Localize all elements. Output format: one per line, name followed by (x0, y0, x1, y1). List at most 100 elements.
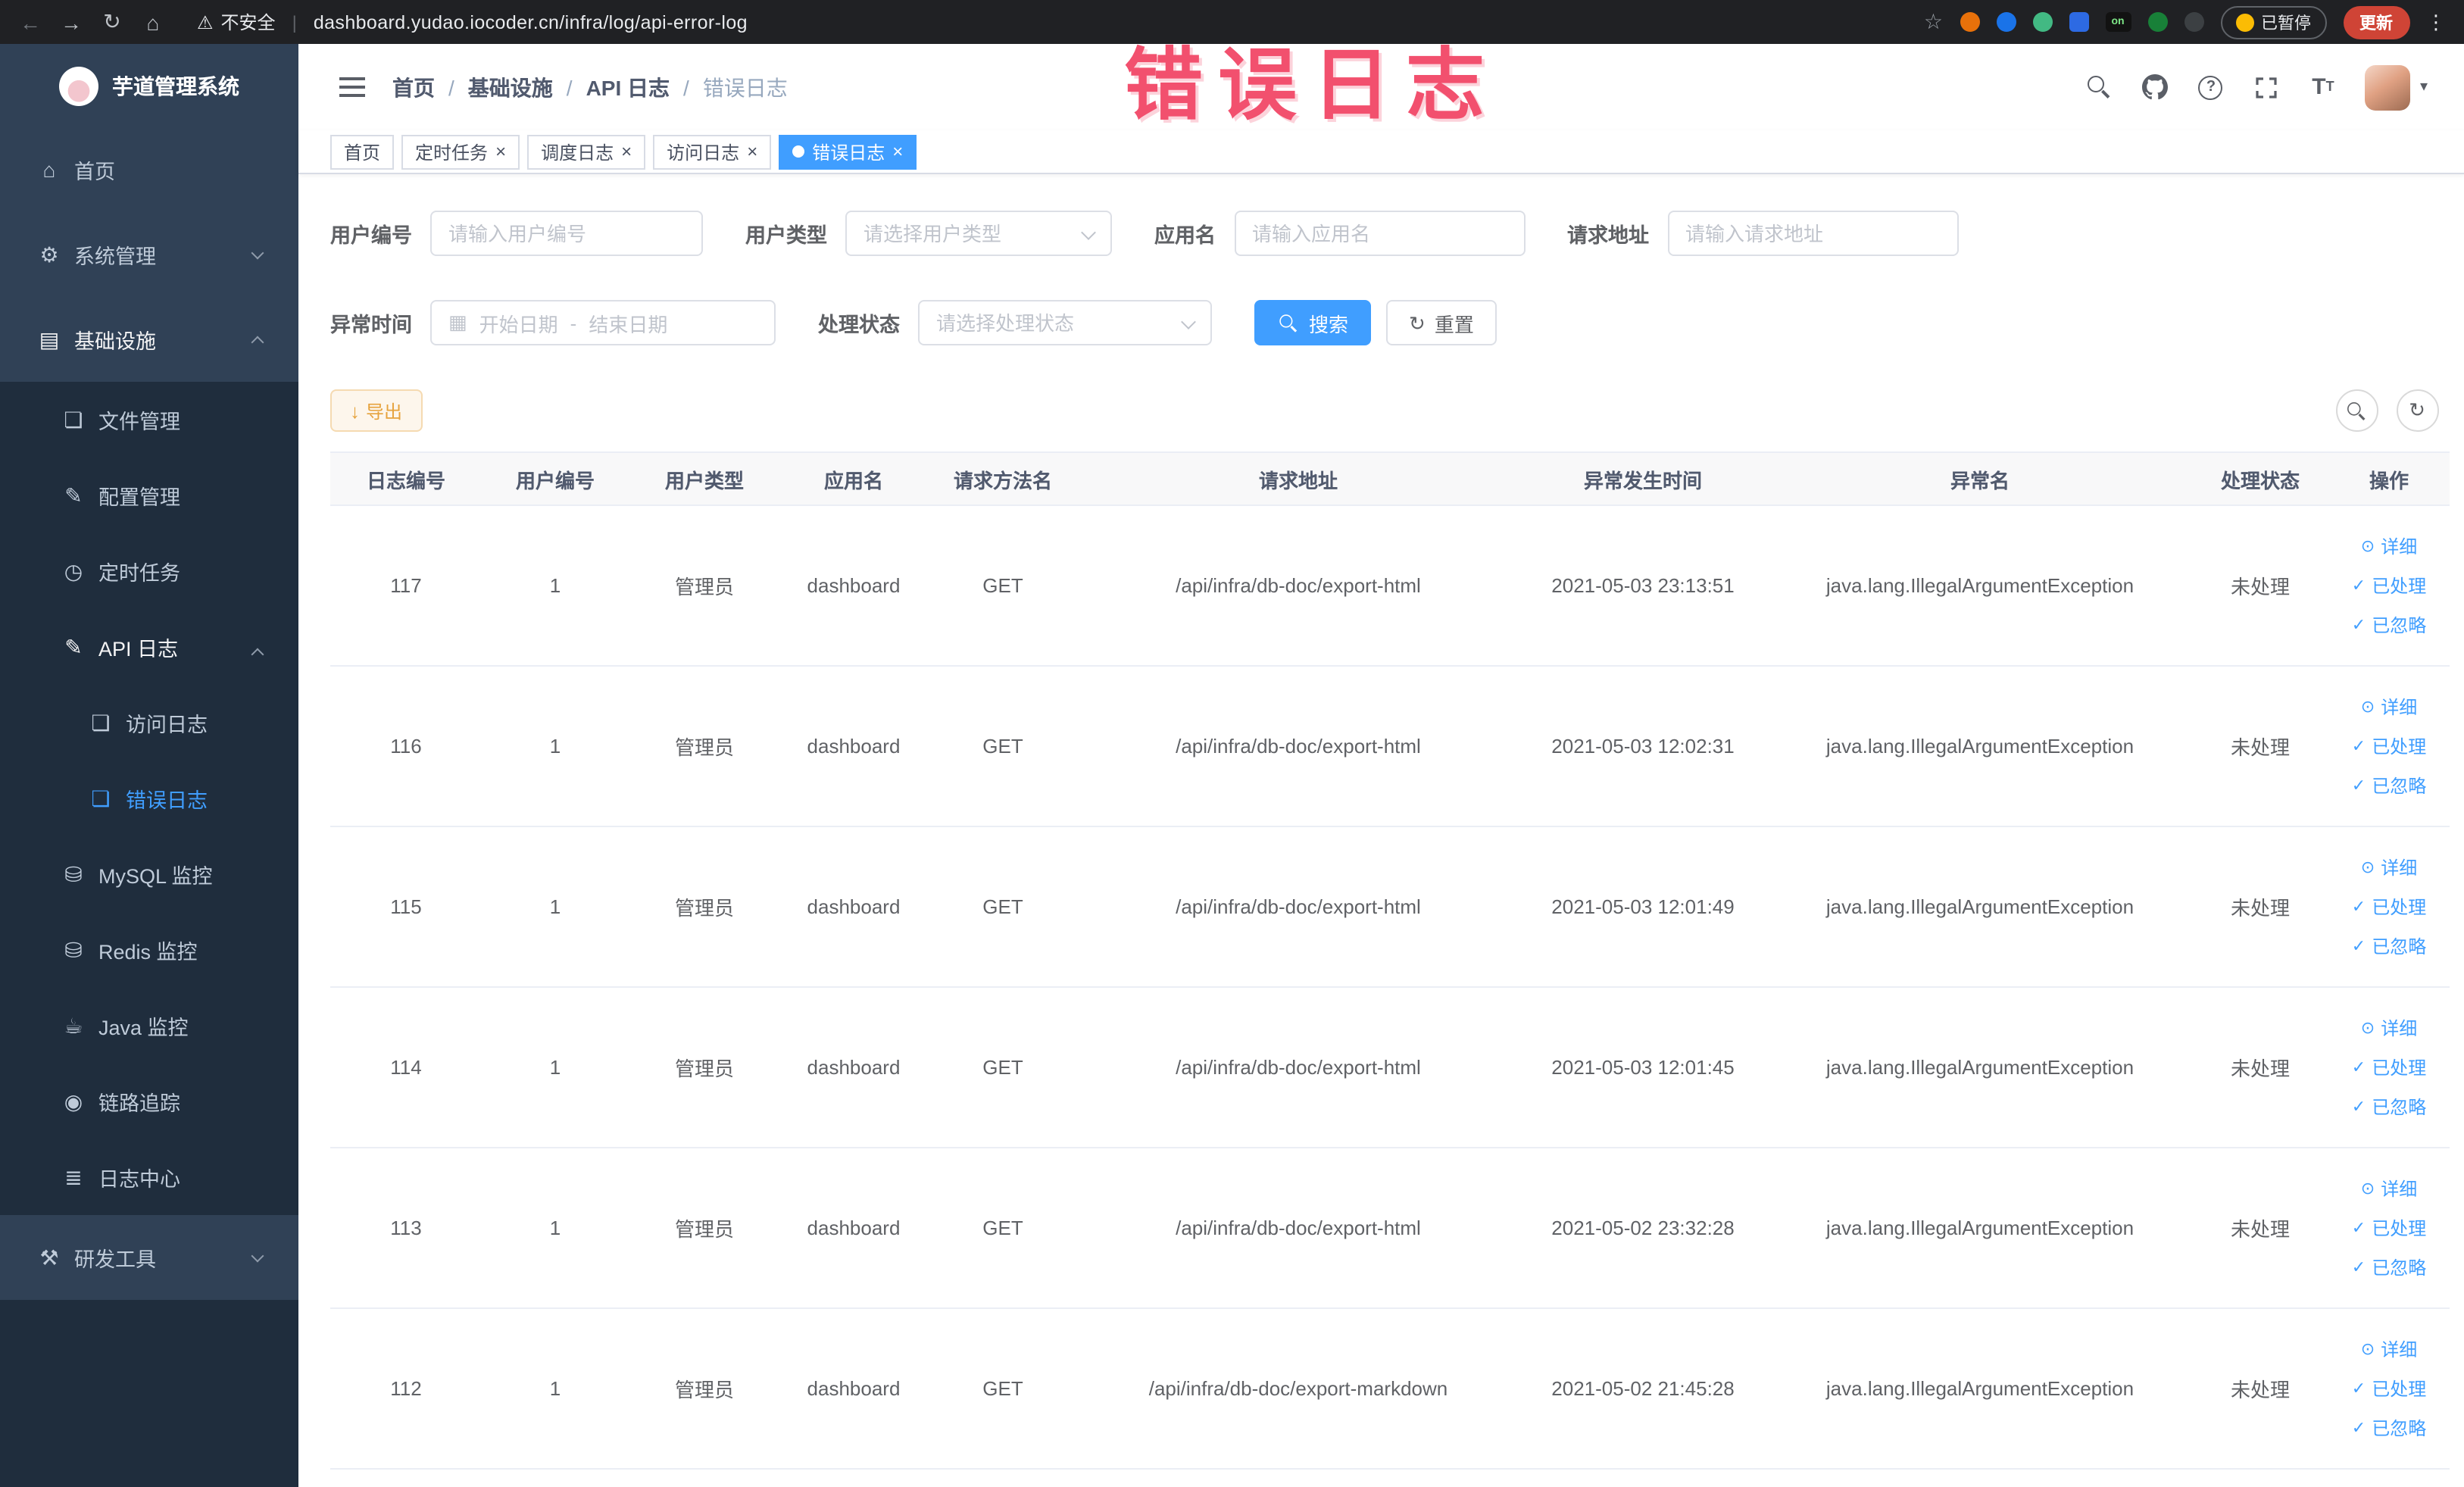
ignore-link[interactable]: ✓ 已忽略 (2338, 605, 2441, 645)
end-date-placeholder: 结束日期 (589, 313, 668, 336)
sidebar-item-api-log[interactable]: ✎ API 日志 (0, 609, 298, 685)
eye-icon: ⊙ (2360, 1340, 2375, 1358)
sidebar-item-system-management[interactable]: ⚙ 系统管理 (0, 212, 298, 297)
back-icon[interactable]: ← (18, 10, 42, 34)
request-url-cell: /api/infra/db-doc/export-html (1079, 666, 1518, 827)
sidebar-item-trace[interactable]: ◉ 链路追踪 (0, 1064, 298, 1139)
help-icon[interactable]: ? (2197, 73, 2225, 101)
process-link[interactable]: ✓ 已处理 (2338, 726, 2441, 766)
reset-button[interactable]: ↻ 重置 (1386, 300, 1497, 345)
process-link[interactable]: ✓ 已处理 (2338, 887, 2441, 926)
tab-schedule-log[interactable]: 调度日志 × (527, 134, 646, 169)
forward-icon[interactable]: → (59, 10, 83, 34)
search-icon (2347, 401, 2366, 420)
request-url-input[interactable] (1667, 211, 1958, 256)
sidebar-item-config-management[interactable]: ✎ 配置管理 (0, 458, 298, 533)
refresh-table-button[interactable]: ↻ (2396, 389, 2438, 432)
date-range-picker[interactable]: ▦ 开始日期 - 结束日期 (430, 300, 776, 345)
chrome-update-button[interactable]: 更新 (2343, 5, 2409, 39)
mysql-icon: ⛁ (64, 861, 83, 886)
app-name-input[interactable] (1234, 211, 1525, 256)
warning-icon: ⚠ (197, 11, 214, 33)
extension-icon[interactable] (2184, 12, 2203, 32)
extension-icon[interactable] (1960, 12, 1979, 32)
detail-link[interactable]: ⊙ 详细 (2338, 1008, 2441, 1048)
detail-link[interactable]: ⊙ 详细 (2338, 1169, 2441, 1208)
sidebar-item-file-management[interactable]: ❏ 文件管理 (0, 382, 298, 458)
ignore-link[interactable]: ✓ 已忽略 (2338, 1408, 2441, 1448)
status-select[interactable] (918, 300, 1212, 345)
sidebar-item-infrastructure[interactable]: ▤ 基础设施 (0, 297, 298, 382)
sidebar-item-scheduled-tasks[interactable]: ◷ 定时任务 (0, 533, 298, 609)
reload-icon[interactable]: ↻ (100, 9, 124, 35)
sidebar-item-java-monitor[interactable]: ☕ Java 监控 (0, 988, 298, 1064)
vue-devtools-icon[interactable] (2032, 12, 2052, 32)
close-icon[interactable]: × (495, 142, 506, 161)
bookmark-star-icon[interactable]: ☆ (1924, 9, 1943, 35)
address-bar[interactable]: dashboard.yudao.iocoder.cn/infra/log/api… (314, 11, 748, 33)
app-logo[interactable]: 芋道管理系统 (0, 44, 298, 127)
tab-scheduled-tasks[interactable]: 定时任务 × (401, 134, 520, 169)
search-icon[interactable] (2085, 73, 2113, 101)
ignore-link[interactable]: ✓ 已忽略 (2338, 926, 2441, 966)
tab-home[interactable]: 首页 (330, 134, 395, 169)
extension-icon[interactable] (1996, 12, 2016, 32)
github-icon[interactable] (2141, 73, 2169, 101)
user-id-input[interactable] (430, 211, 703, 256)
extension-on-icon[interactable]: on (2105, 12, 2131, 32)
breadcrumb-home[interactable]: 首页 (392, 72, 435, 102)
process-link[interactable]: ✓ 已处理 (2338, 1208, 2441, 1248)
sidebar-item-access-log[interactable]: ❏ 访问日志 (0, 685, 298, 761)
exception-time-cell: 2021-05-03 23:13:51 (1518, 505, 1768, 667)
chevron-down-icon: ▾ (2419, 79, 2428, 95)
close-icon[interactable]: × (621, 142, 632, 161)
gear-icon: ⚙ (39, 242, 59, 266)
col-actions: 操作 (2328, 451, 2450, 506)
extension-icon[interactable] (2069, 12, 2088, 32)
col-exception-time: 异常发生时间 (1518, 451, 1768, 506)
breadcrumb-api-log[interactable]: API 日志 (586, 72, 670, 102)
ignore-link[interactable]: ✓ 已忽略 (2338, 766, 2441, 805)
user-menu[interactable]: ▾ (2365, 64, 2428, 110)
process-link[interactable]: ✓ 已处理 (2338, 1048, 2441, 1087)
browser-home-icon[interactable]: ⌂ (141, 10, 165, 34)
browser-menu-icon[interactable]: ⋮ (2426, 10, 2446, 34)
sidebar-item-dev-tools[interactable]: ⚒ 研发工具 (0, 1215, 298, 1300)
trace-icon: ◉ (64, 1089, 83, 1113)
detail-link[interactable]: ⊙ 详细 (2338, 526, 2441, 566)
hamburger-icon[interactable] (339, 77, 365, 97)
home-icon: ⌂ (42, 158, 56, 182)
check-icon: ✓ (2351, 1058, 2366, 1076)
breadcrumb-infrastructure[interactable]: 基础设施 (468, 72, 553, 102)
toggle-search-button[interactable] (2335, 389, 2378, 432)
ignore-link[interactable]: ✓ 已忽略 (2338, 1087, 2441, 1126)
sidebar-filler (0, 1300, 298, 1487)
extension-icon[interactable] (2147, 12, 2167, 32)
close-icon[interactable]: × (747, 142, 757, 161)
paused-badge[interactable]: 已暂停 (2220, 5, 2326, 39)
process-link[interactable]: ✓ 已处理 (2338, 566, 2441, 605)
export-button[interactable]: ↓ 导出 (330, 389, 423, 432)
tab-error-log[interactable]: 错误日志 × (779, 134, 917, 169)
check-icon: ✓ (2351, 898, 2366, 916)
close-icon[interactable]: × (892, 142, 903, 161)
process-link[interactable]: ✓ 已处理 (2338, 1369, 2441, 1408)
search-button[interactable]: 搜索 (1254, 300, 1372, 345)
ignore-link[interactable]: ✓ 已忽略 (2338, 1248, 2441, 1287)
sidebar-item-mysql-monitor[interactable]: ⛁ MySQL 监控 (0, 836, 298, 912)
detail-link[interactable]: ⊙ 详细 (2338, 848, 2441, 887)
eye-icon: ⊙ (2360, 1019, 2375, 1037)
detail-link[interactable]: ⊙ 详细 (2338, 687, 2441, 726)
sidebar-item-error-log[interactable]: ❏ 错误日志 (0, 761, 298, 836)
sidebar-item-redis-monitor[interactable]: ⛁ Redis 监控 (0, 912, 298, 988)
refresh-icon: ↻ (2409, 398, 2425, 421)
fullscreen-icon[interactable] (2253, 73, 2281, 101)
user-type-select[interactable] (845, 211, 1112, 256)
sidebar-item-home[interactable]: ⌂ 首页 (0, 127, 298, 212)
detail-link[interactable]: ⊙ 详细 (2338, 1329, 2441, 1369)
breadcrumb: 首页 / 基础设施 / API 日志 / 错误日志 (392, 72, 788, 102)
sidebar-item-log-center[interactable]: ≣ 日志中心 (0, 1139, 298, 1215)
tab-access-log[interactable]: 访问日志 × (653, 134, 772, 169)
font-size-icon[interactable]: TT (2309, 73, 2337, 101)
security-indicator[interactable]: ⚠ 不安全 (197, 9, 276, 35)
